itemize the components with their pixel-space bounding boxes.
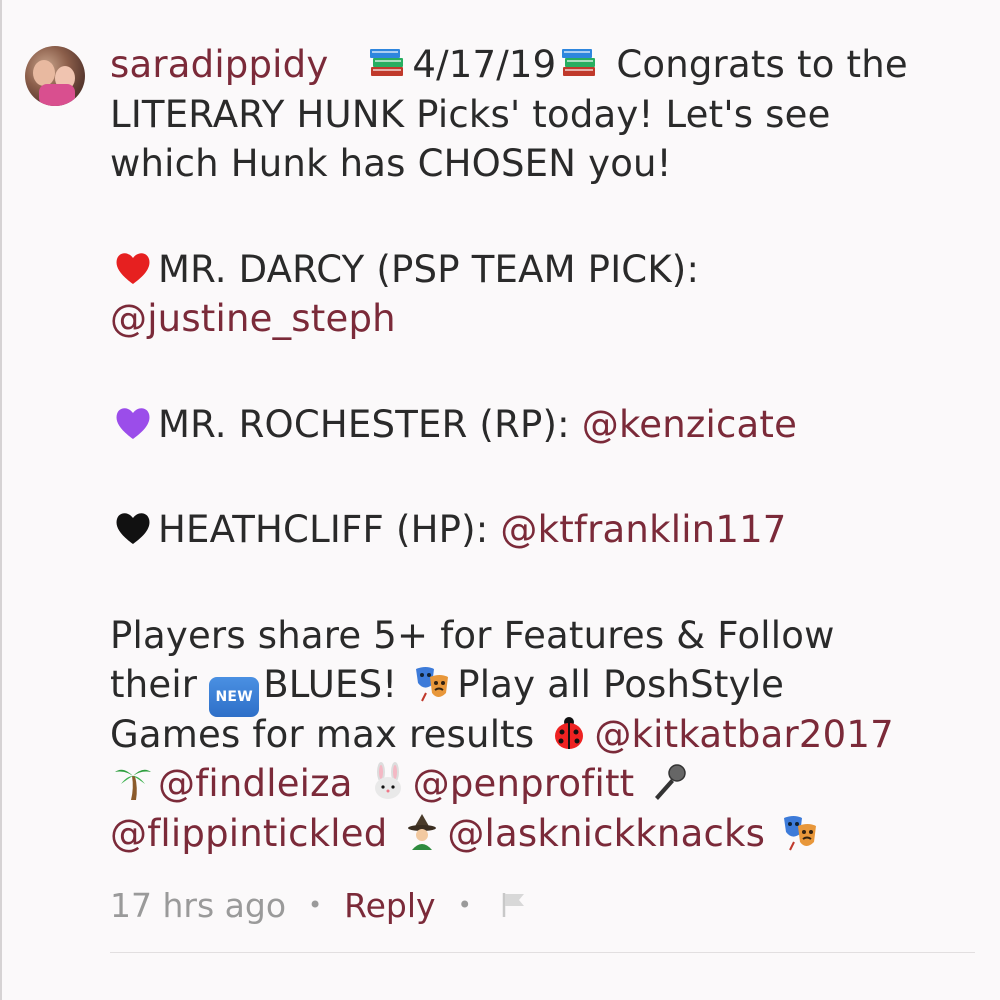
mention-link[interactable]: @kenzicate	[582, 403, 797, 446]
comment-text: Play all PoshStyle	[457, 663, 785, 706]
books-icon	[556, 43, 602, 83]
comment-line: which Hunk has CHOSEN you!	[110, 142, 672, 185]
reply-button[interactable]: Reply	[344, 886, 435, 925]
theater-masks-icon	[409, 663, 455, 703]
comment-text: their	[110, 663, 198, 706]
red-heart-icon	[110, 248, 156, 288]
comment-text: BLUES!	[263, 663, 398, 706]
palm-tree-icon	[110, 762, 156, 802]
intro-date: 4/17/19	[412, 43, 557, 86]
bunny-face-icon	[365, 762, 411, 802]
comment: saradippidy 4/17/19 Congrats to the LITE…	[0, 0, 1000, 1000]
separator-dot: •	[308, 891, 323, 919]
flag-icon[interactable]	[498, 889, 530, 921]
pick-label: HEATHCLIFF (HP):	[158, 508, 489, 551]
mention-link[interactable]: @justine_steph	[110, 297, 396, 340]
comment-footer: 17 hrs ago • Reply •	[110, 880, 530, 930]
pick-label: MR. DARCY (PSP TEAM PICK):	[158, 247, 700, 291]
mention-link[interactable]: @penprofitt	[413, 762, 635, 805]
ladybug-icon	[546, 713, 592, 753]
purple-heart-icon	[110, 403, 156, 443]
comment-body: saradippidy 4/17/19 Congrats to the LITE…	[110, 40, 980, 858]
books-icon	[364, 43, 410, 83]
mention-link[interactable]: @ktfranklin117	[500, 508, 786, 551]
separator-dot: •	[457, 891, 472, 919]
timestamp: 17 hrs ago	[110, 885, 287, 925]
comment-line: LITERARY HUNK Picks' today! Let's see	[110, 92, 831, 136]
intro-text: Congrats to the	[616, 43, 908, 86]
comment-line: Players share 5+ for Features & Follow	[110, 613, 835, 657]
username-link[interactable]: saradippidy	[110, 43, 328, 86]
mention-link[interactable]: @kitkatbar2017	[594, 713, 894, 756]
mention-link[interactable]: @findleiza	[158, 762, 353, 805]
mention-link[interactable]: @lasknickknacks	[447, 812, 765, 855]
pick-label: MR. ROCHESTER (RP):	[158, 402, 570, 446]
witch-icon	[399, 812, 445, 852]
mention-link[interactable]: @flippintickled	[110, 812, 387, 855]
avatar[interactable]	[25, 46, 85, 106]
divider	[110, 952, 975, 953]
comment-text: Games for max results	[110, 712, 535, 756]
black-heart-icon	[110, 508, 156, 548]
theater-masks-icon	[777, 812, 823, 852]
microphone-icon	[646, 762, 692, 802]
